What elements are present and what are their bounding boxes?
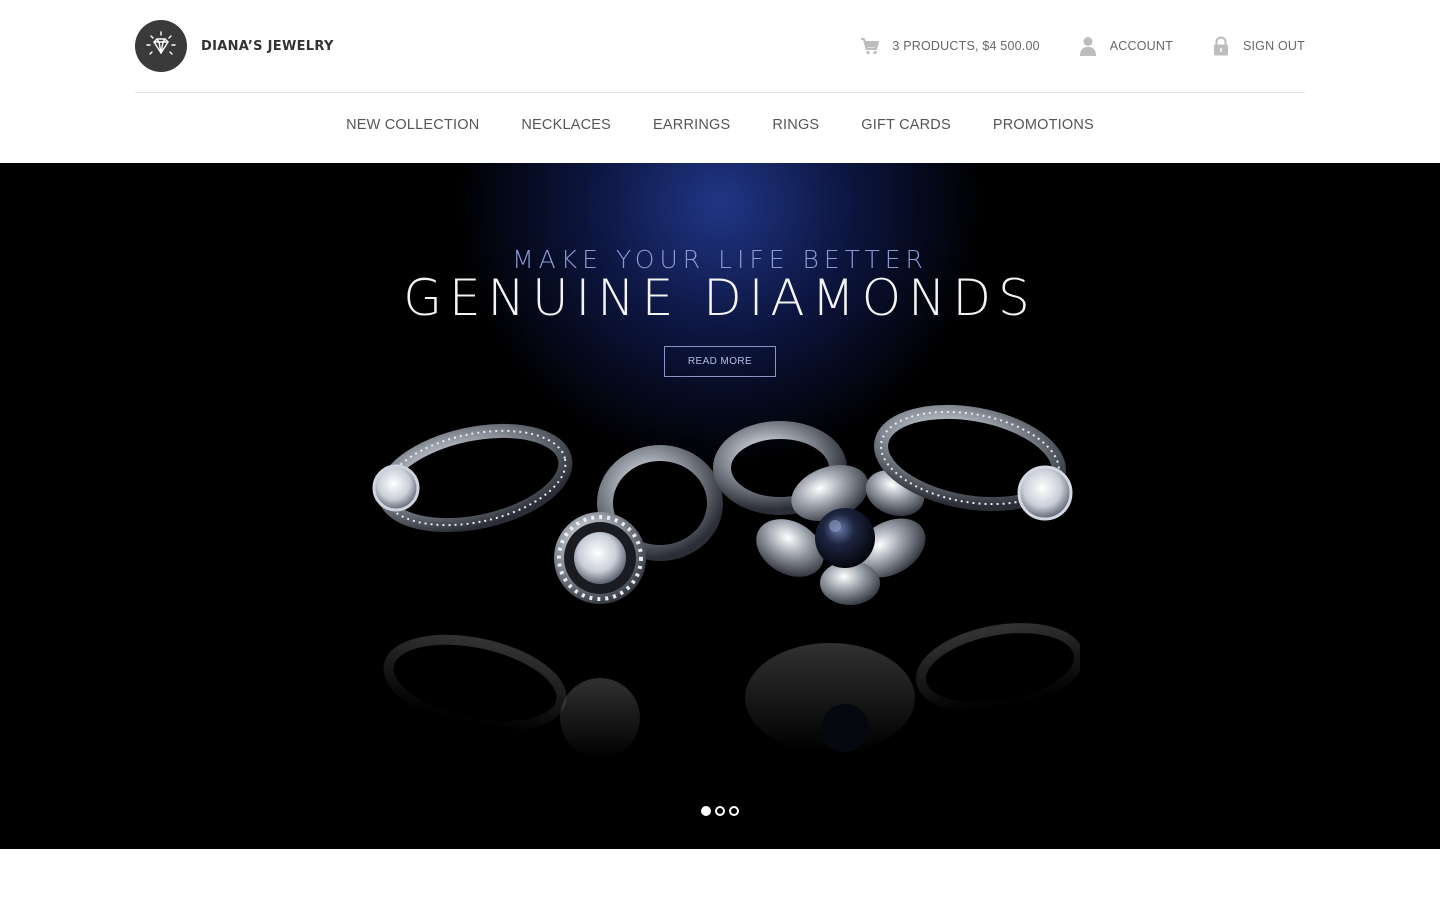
header-divider xyxy=(135,92,1305,93)
brand-logo[interactable]: DIANA’S JEWELRY xyxy=(135,20,334,72)
nav-item-rings[interactable]: RINGS xyxy=(772,117,819,133)
nav-item-necklaces[interactable]: NECKLACES xyxy=(521,117,611,133)
lock-icon xyxy=(1211,36,1231,56)
slider-dot-1[interactable] xyxy=(701,806,711,816)
read-more-button[interactable]: READ MORE xyxy=(664,346,776,377)
diamond-icon xyxy=(135,20,187,72)
sign-out-link[interactable]: SIGN OUT xyxy=(1211,36,1305,56)
account-link[interactable]: ACCOUNT xyxy=(1078,36,1173,56)
nav-item-gift-cards[interactable]: GIFT CARDS xyxy=(861,117,951,133)
cart-icon xyxy=(860,36,880,56)
main-nav: NEW COLLECTION NECKLACES EARRINGS RINGS … xyxy=(0,117,1440,133)
diamond-rings-image xyxy=(372,404,1080,758)
brand-name: DIANA’S JEWELRY xyxy=(201,38,334,54)
hero-title: GENUINE DIAMONDS xyxy=(403,269,1037,327)
sign-out-label: SIGN OUT xyxy=(1242,39,1305,53)
slider-dot-3[interactable] xyxy=(729,806,739,816)
site-header: DIANA’S JEWELRY 3 PRODUCTS, $4 500.00 AC… xyxy=(0,0,1440,163)
nav-item-promotions[interactable]: PROMOTIONS xyxy=(993,117,1094,133)
user-icon xyxy=(1078,36,1098,56)
account-label: ACCOUNT xyxy=(1109,39,1173,53)
cart-link[interactable]: 3 PRODUCTS, $4 500.00 xyxy=(860,36,1040,56)
nav-item-new-collection[interactable]: NEW COLLECTION xyxy=(346,117,479,133)
slider-pagination xyxy=(0,806,1440,816)
hero-slider: MAKE YOUR LIFE BETTER GENUINE DIAMONDS R… xyxy=(0,163,1440,849)
nav-item-earrings[interactable]: EARRINGS xyxy=(653,117,730,133)
slider-dot-2[interactable] xyxy=(715,806,725,816)
user-bar: 3 PRODUCTS, $4 500.00 ACCOUNT SIGN OUT xyxy=(860,36,1305,56)
cart-summary: 3 PRODUCTS, $4 500.00 xyxy=(892,39,1040,53)
